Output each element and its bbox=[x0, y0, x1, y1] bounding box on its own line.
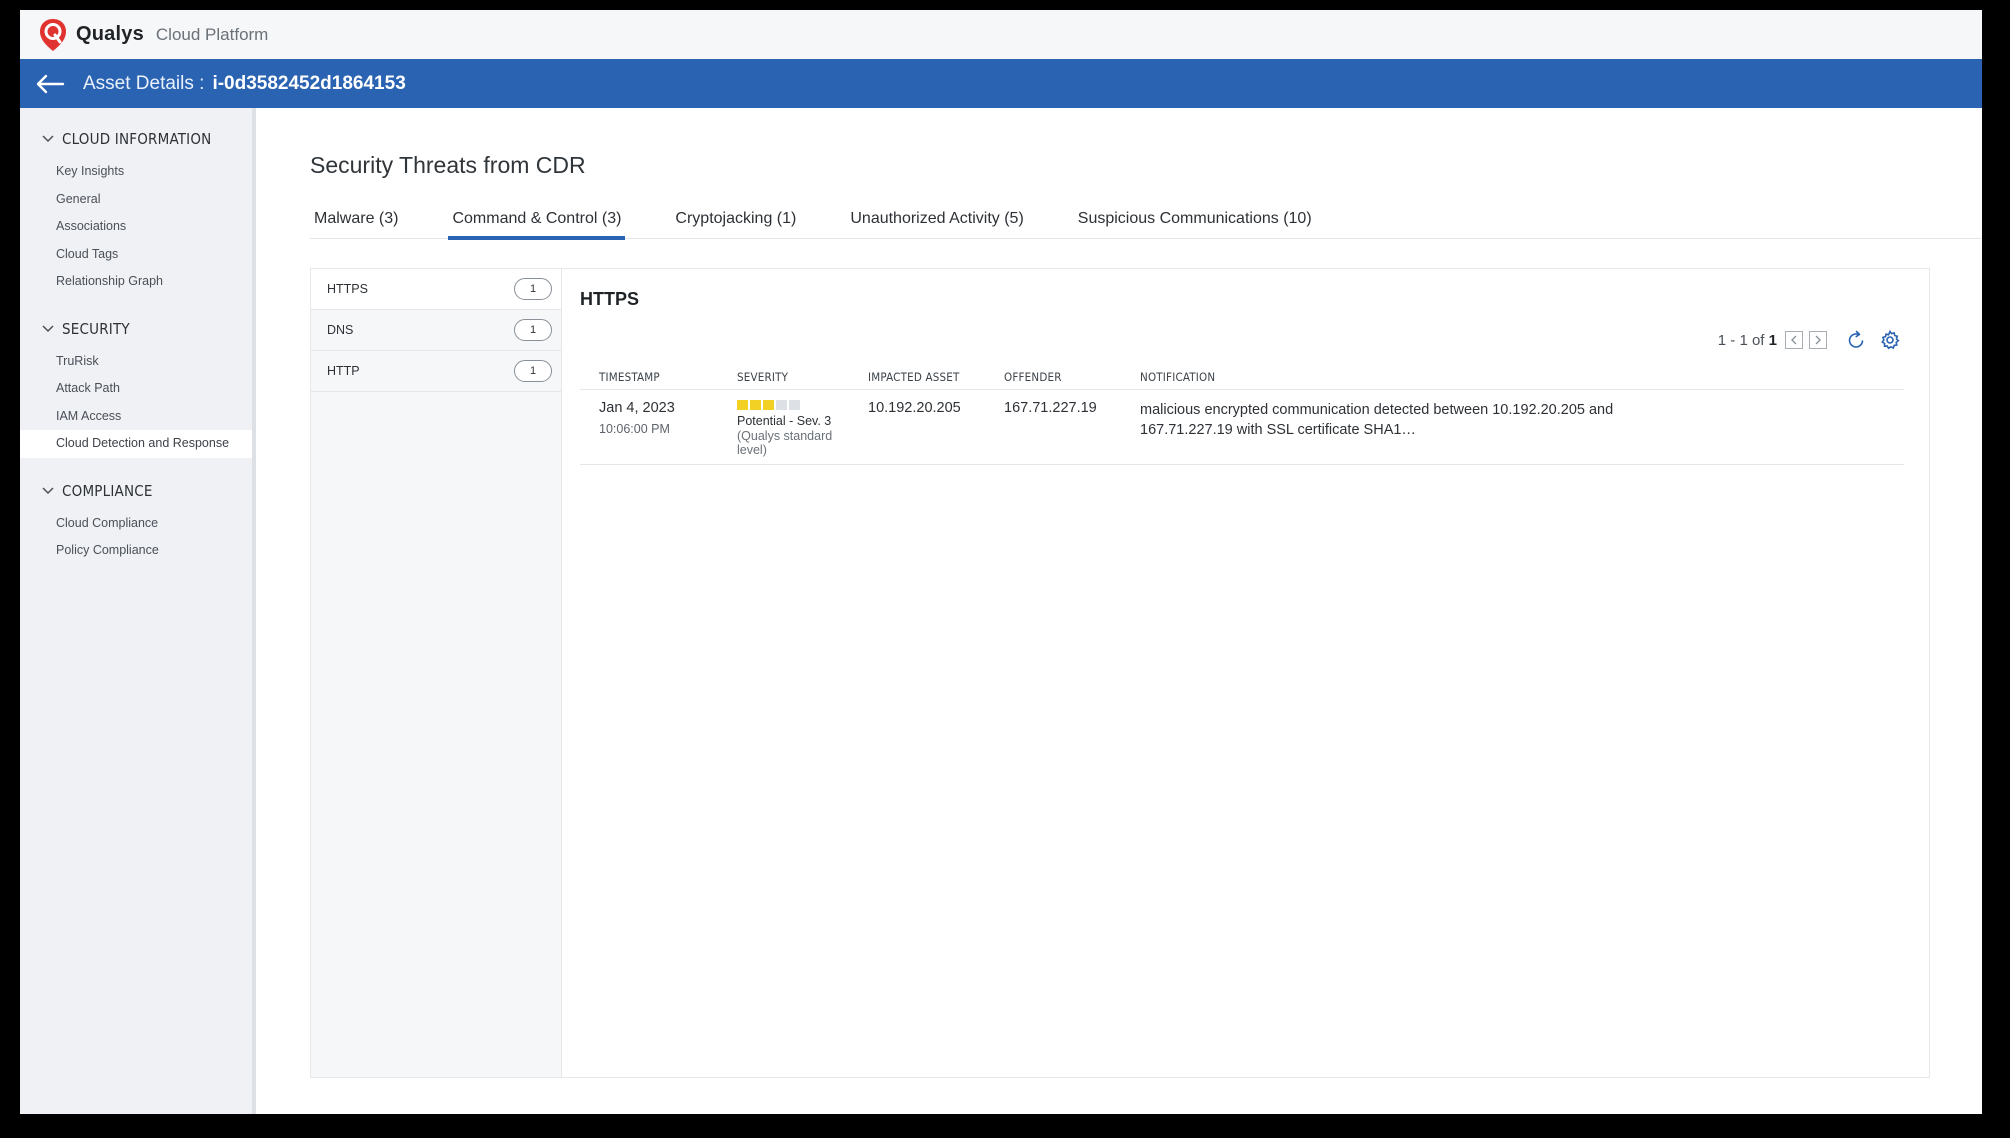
chevron-left-icon bbox=[1791, 335, 1797, 345]
chevron-right-icon bbox=[1815, 335, 1821, 345]
severity-segment bbox=[737, 400, 748, 410]
cell-impacted-asset: 10.192.20.205 bbox=[849, 389, 985, 465]
timestamp-date: Jan 4, 2023 bbox=[599, 400, 675, 416]
threat-panel: HTTPS 1 DNS 1 HTTP 1 HTTPS 1 - 1 of 1 TI… bbox=[310, 268, 1930, 1078]
count-badge: 1 bbox=[514, 278, 552, 300]
cell-severity: Potential - Sev. 3 (Qualys standard leve… bbox=[718, 389, 849, 465]
count-badge: 1 bbox=[514, 319, 552, 341]
sidebar-section-security: SECURITY TruRisk Attack Path IAM Access … bbox=[20, 318, 252, 458]
cell-notification: malicious encrypted communication detect… bbox=[1121, 389, 1904, 465]
notification-text: malicious encrypted communication detect… bbox=[1140, 402, 1614, 438]
main-content: Security Threats from CDR Malware (3) Co… bbox=[256, 108, 1982, 1114]
sidebar-section-title: COMPLIANCE bbox=[62, 481, 153, 500]
sidebar-item-policy-compliance[interactable]: Policy Compliance bbox=[20, 537, 252, 565]
sidebar-section-cloud-information: CLOUD INFORMATION Key Insights General A… bbox=[20, 128, 252, 296]
pagination-text: 1 - 1 of 1 bbox=[1718, 332, 1777, 349]
severity-meter bbox=[737, 400, 849, 410]
asset-details-header: Asset Details : i-0d3582452d1864153 bbox=[20, 59, 1982, 108]
next-page-button[interactable] bbox=[1809, 331, 1827, 349]
tab-cryptojacking[interactable]: Cryptojacking (1) bbox=[671, 200, 800, 238]
threat-category-tabs: Malware (3) Command & Control (3) Crypto… bbox=[310, 200, 1982, 240]
pagination: 1 - 1 of 1 bbox=[1718, 329, 1901, 351]
protocol-label: HTTP bbox=[327, 364, 360, 378]
brand-product: Cloud Platform bbox=[155, 24, 269, 44]
asset-id: i-0d3582452d1864153 bbox=[212, 72, 406, 94]
page-title: Security Threats from CDR bbox=[310, 152, 586, 178]
severity-segment bbox=[776, 400, 787, 410]
threats-table: TIMESTAMP SEVERITY IMPACTED ASSET OFFEND… bbox=[580, 365, 1904, 465]
chevron-down-icon bbox=[42, 135, 54, 143]
severity-standard: (Qualys standard level) bbox=[737, 429, 833, 457]
severity-segment bbox=[789, 400, 800, 410]
sidebar-item-cloud-detection-and-response[interactable]: Cloud Detection and Response bbox=[20, 430, 252, 458]
app-window: Qualys Cloud Platform Asset Details : i-… bbox=[20, 10, 1982, 1114]
sidebar-item-iam-access[interactable]: IAM Access bbox=[20, 403, 252, 431]
chevron-down-icon bbox=[42, 324, 54, 332]
protocol-label: HTTPS bbox=[327, 282, 368, 296]
sidebar-item-key-insights[interactable]: Key Insights bbox=[20, 158, 252, 186]
back-arrow-icon[interactable] bbox=[35, 73, 65, 95]
sidebar-section-title: SECURITY bbox=[62, 319, 130, 338]
column-header-impacted-asset[interactable]: IMPACTED ASSET bbox=[849, 365, 985, 390]
protocol-label: DNS bbox=[327, 323, 354, 337]
protocol-detail: HTTPS 1 - 1 of 1 TIMESTAMP SEVERITY IMPA… bbox=[561, 269, 1929, 1077]
pagination-total: 1 bbox=[1768, 331, 1777, 349]
sidebar-item-cloud-compliance[interactable]: Cloud Compliance bbox=[20, 510, 252, 538]
sidebar-section-compliance: COMPLIANCE Cloud Compliance Policy Compl… bbox=[20, 480, 252, 565]
gear-icon[interactable] bbox=[1879, 329, 1901, 351]
tab-malware[interactable]: Malware (3) bbox=[310, 200, 402, 238]
severity-segment bbox=[763, 400, 774, 410]
brand-bar: Qualys Cloud Platform bbox=[20, 10, 1982, 60]
chevron-down-icon bbox=[42, 486, 54, 494]
protocol-item-http[interactable]: HTTP 1 bbox=[311, 351, 561, 392]
column-header-notification[interactable]: NOTIFICATION bbox=[1121, 365, 1904, 390]
previous-page-button[interactable] bbox=[1785, 331, 1803, 349]
severity-label: Potential - Sev. 3 bbox=[737, 414, 832, 428]
sidebar: CLOUD INFORMATION Key Insights General A… bbox=[20, 108, 256, 1114]
column-header-severity[interactable]: SEVERITY bbox=[718, 365, 849, 390]
detail-title: HTTPS bbox=[580, 289, 640, 309]
brand-name: Qualys bbox=[76, 23, 144, 45]
sidebar-item-trurisk[interactable]: TruRisk bbox=[20, 348, 252, 376]
cell-timestamp: Jan 4, 2023 10:06:00 PM bbox=[580, 389, 718, 465]
column-header-timestamp[interactable]: TIMESTAMP bbox=[580, 365, 718, 390]
severity-segment bbox=[750, 400, 761, 410]
sidebar-section-header[interactable]: CLOUD INFORMATION bbox=[20, 128, 252, 150]
sidebar-item-relationship-graph[interactable]: Relationship Graph bbox=[20, 268, 252, 296]
refresh-icon[interactable] bbox=[1845, 329, 1867, 351]
table-row[interactable]: Jan 4, 2023 10:06:00 PM Potential - Sev.… bbox=[580, 389, 1904, 465]
sidebar-section-header[interactable]: COMPLIANCE bbox=[20, 480, 252, 502]
sidebar-item-associations[interactable]: Associations bbox=[20, 213, 252, 241]
cell-offender: 167.71.227.19 bbox=[985, 389, 1121, 465]
sidebar-item-attack-path[interactable]: Attack Path bbox=[20, 375, 252, 403]
table-header-row: TIMESTAMP SEVERITY IMPACTED ASSET OFFEND… bbox=[580, 365, 1904, 390]
protocol-list: HTTPS 1 DNS 1 HTTP 1 bbox=[311, 269, 562, 1077]
sidebar-item-cloud-tags[interactable]: Cloud Tags bbox=[20, 241, 252, 269]
asset-details-label: Asset Details : bbox=[83, 72, 205, 94]
count-badge: 1 bbox=[514, 360, 552, 382]
qualys-logo-icon bbox=[40, 18, 66, 51]
pagination-range: 1 - 1 of bbox=[1717, 331, 1765, 349]
tab-command-and-control[interactable]: Command & Control (3) bbox=[448, 200, 626, 240]
timestamp-time: 10:06:00 PM bbox=[599, 422, 670, 436]
sidebar-section-title: CLOUD INFORMATION bbox=[62, 130, 212, 148]
column-header-offender[interactable]: OFFENDER bbox=[985, 365, 1121, 390]
tab-unauthorized-activity[interactable]: Unauthorized Activity (5) bbox=[846, 200, 1027, 238]
protocol-item-dns[interactable]: DNS 1 bbox=[311, 310, 561, 351]
protocol-item-https[interactable]: HTTPS 1 bbox=[311, 269, 561, 310]
sidebar-section-header[interactable]: SECURITY bbox=[20, 318, 252, 340]
tab-suspicious-communications[interactable]: Suspicious Communications (10) bbox=[1074, 200, 1316, 238]
sidebar-item-general[interactable]: General bbox=[20, 186, 252, 214]
